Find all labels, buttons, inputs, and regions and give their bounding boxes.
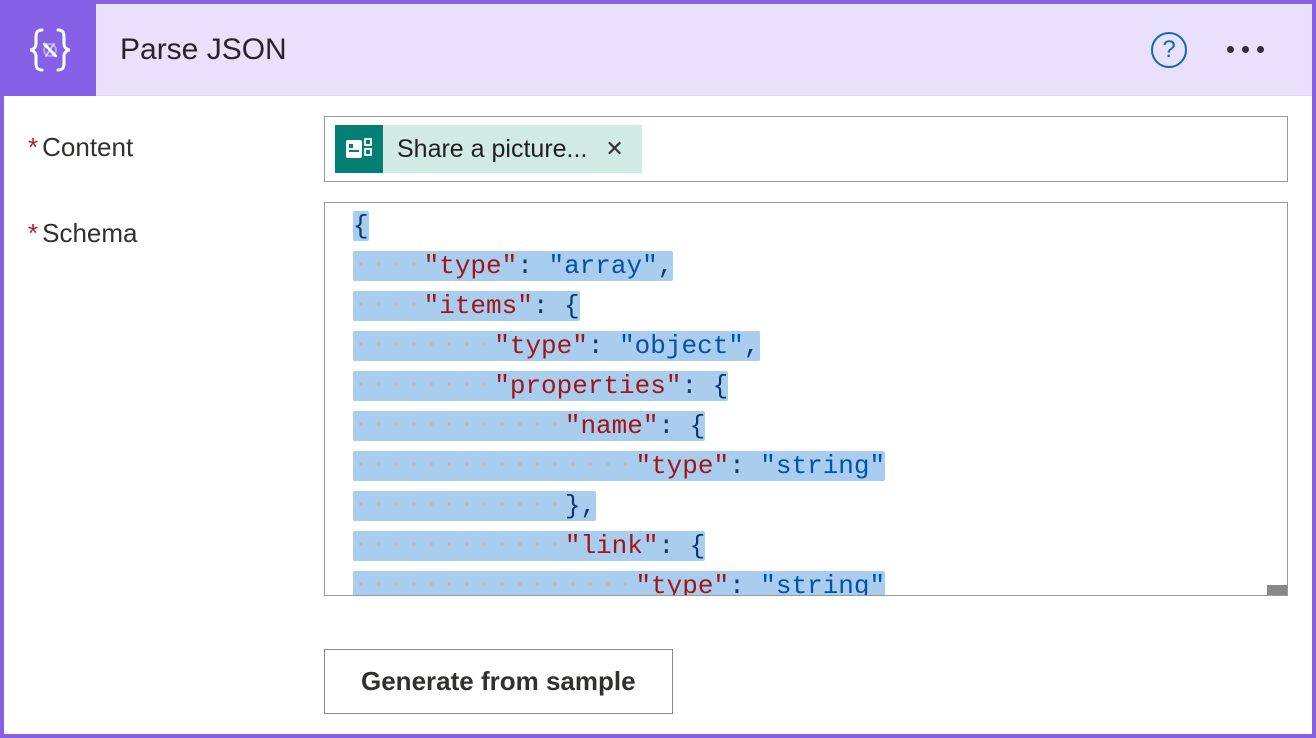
code-line: { — [353, 207, 1271, 246]
help-icon[interactable]: ? — [1151, 32, 1187, 68]
generate-from-sample-button[interactable]: Generate from sample — [324, 649, 673, 714]
more-icon[interactable] — [1219, 38, 1272, 61]
parse-json-card: Parse JSON ? *Content — [0, 0, 1316, 738]
card-title: Parse JSON — [120, 33, 1151, 67]
content-input[interactable]: Share a picture... ✕ — [324, 116, 1288, 182]
braces-icon — [4, 4, 96, 96]
code-line: ················"type": "string" — [353, 566, 1271, 596]
content-label: *Content — [28, 116, 324, 163]
resize-handle[interactable] — [1267, 585, 1287, 595]
forms-icon — [335, 125, 383, 173]
code-line: ········"properties": { — [353, 366, 1271, 406]
schema-field-row: *Schema {····"type": "array",····"items"… — [28, 202, 1288, 621]
schema-label: *Schema — [28, 202, 324, 249]
close-icon[interactable]: ✕ — [601, 136, 627, 162]
code-line: ················"type": "string" — [353, 446, 1271, 486]
token-label: Share a picture... — [397, 135, 587, 164]
card-body: *Content — [4, 96, 1312, 734]
code-line: ············"name": { — [353, 406, 1271, 446]
code-line: ············}, — [353, 486, 1271, 526]
code-line: ············"link": { — [353, 526, 1271, 566]
content-field-row: *Content — [28, 116, 1288, 182]
card-header[interactable]: Parse JSON ? — [4, 4, 1312, 96]
schema-editor[interactable]: {····"type": "array",····"items": {·····… — [324, 202, 1288, 596]
schema-input-wrapper: {····"type": "array",····"items": {·····… — [324, 202, 1288, 596]
dynamic-content-token[interactable]: Share a picture... ✕ — [335, 125, 642, 173]
generate-row: Generate from sample — [324, 649, 1288, 714]
code-line: ····"type": "array", — [353, 246, 1271, 286]
header-actions: ? — [1151, 32, 1312, 68]
code-line: ····"items": { — [353, 286, 1271, 326]
code-line: ········"type": "object", — [353, 326, 1271, 366]
content-input-wrapper: Share a picture... ✕ — [324, 116, 1288, 182]
